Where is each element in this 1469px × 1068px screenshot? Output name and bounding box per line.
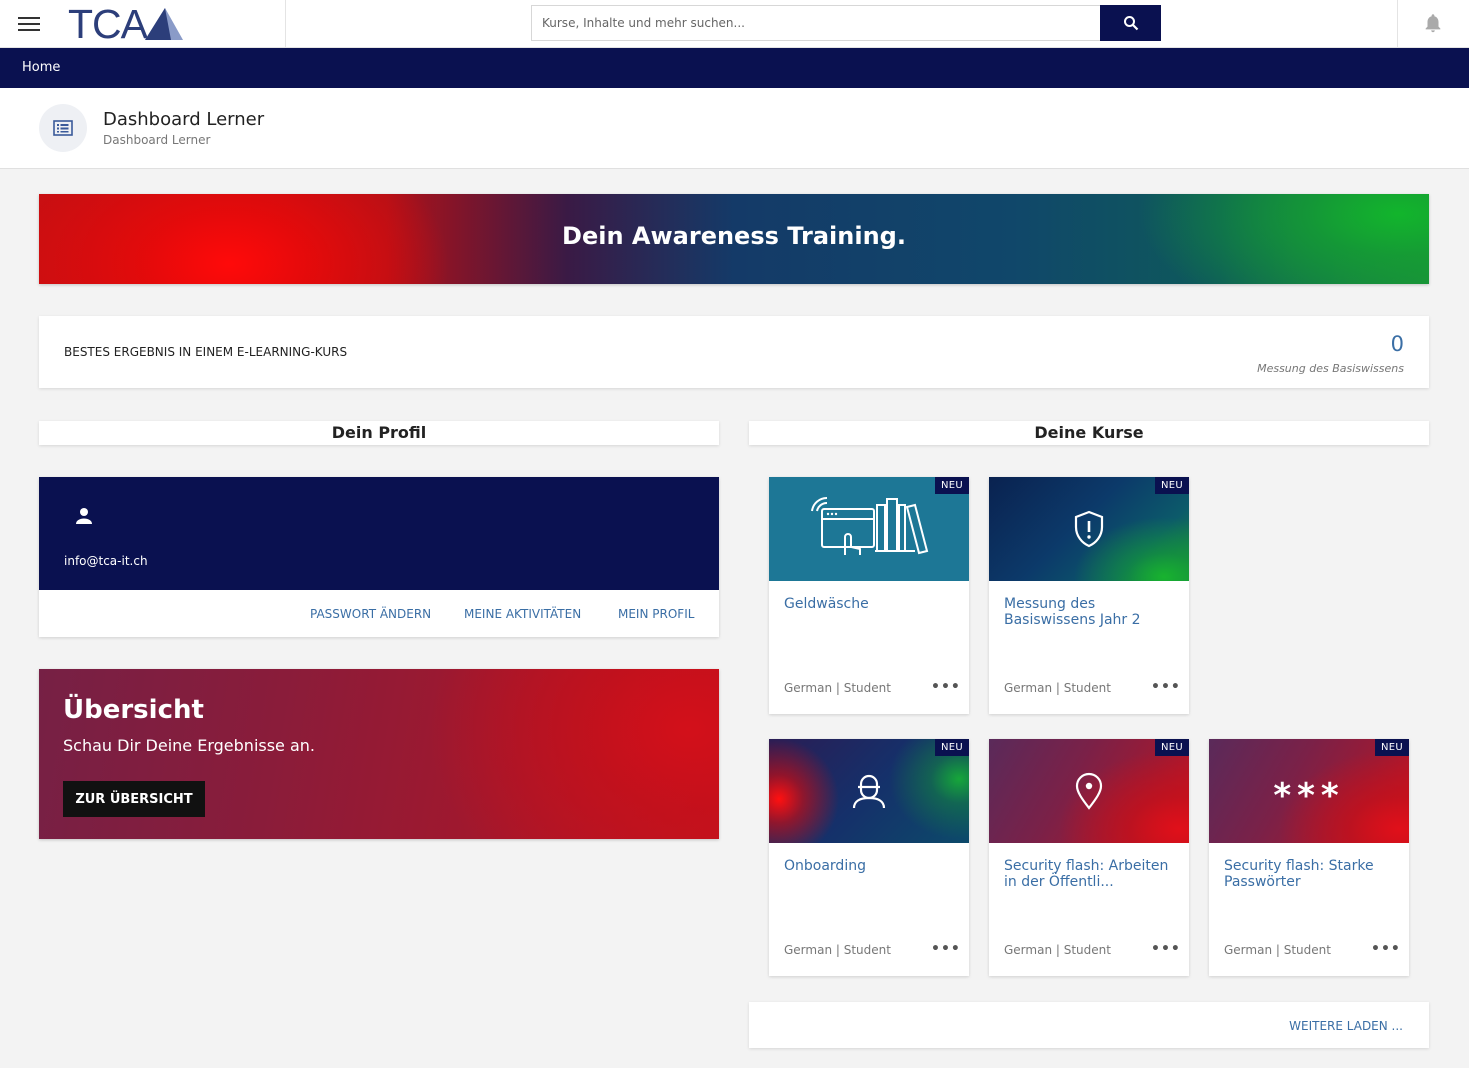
course-image: NEU — [769, 739, 969, 843]
course-image: NEU — [989, 739, 1189, 843]
nav-home-link[interactable]: Home — [22, 60, 60, 75]
course-meta: German | Student — [1224, 943, 1331, 957]
course-meta: German | Student — [784, 681, 891, 695]
course-card[interactable]: NEU Onboarding German | Student ••• — [769, 739, 969, 976]
course-meta: German | Student — [1004, 943, 1111, 957]
course-meta: German | Student — [784, 943, 891, 957]
page-header: Dashboard Lerner Dashboard Lerner — [0, 88, 1469, 169]
overview-title: Übersicht — [63, 695, 204, 725]
profile-email: info@tca-it.ch — [64, 554, 148, 568]
search-icon — [1123, 16, 1138, 31]
user-icon — [76, 508, 92, 524]
nav-bar: Home — [0, 48, 1469, 88]
more-options-icon[interactable]: ••• — [1371, 941, 1401, 957]
best-result-card: BESTES ERGEBNIS IN EINEM E-LEARNING-KURS… — [39, 316, 1429, 388]
best-result-label: BESTES ERGEBNIS IN EINEM E-LEARNING-KURS — [64, 345, 348, 359]
bell-icon[interactable] — [1422, 12, 1444, 34]
dashboard-icon — [39, 104, 87, 152]
course-title[interactable]: Security flash: Arbeiten in der Öffentli… — [1004, 858, 1179, 890]
course-card[interactable]: NEU Geldwäsche German | Student ••• — [769, 477, 969, 714]
new-badge: NEU — [934, 739, 969, 756]
more-options-icon[interactable]: ••• — [931, 679, 961, 695]
location-pin-icon — [1075, 772, 1103, 810]
hamburger-icon[interactable] — [18, 14, 40, 34]
course-title[interactable]: Security flash: Starke Passwörter — [1224, 858, 1399, 890]
search-button[interactable] — [1100, 5, 1161, 41]
overview-card: Übersicht Schau Dir Deine Ergebnisse an.… — [39, 669, 719, 839]
course-image: NEU — [769, 477, 969, 581]
online-library-icon — [811, 497, 929, 555]
more-options-icon[interactable]: ••• — [1151, 941, 1181, 957]
course-card[interactable]: *** NEU Security flash: Starke Passwörte… — [1209, 739, 1409, 976]
more-options-icon[interactable]: ••• — [1151, 679, 1181, 695]
top-bar: TCA — [0, 0, 1469, 48]
shield-exclamation-icon — [1074, 510, 1104, 548]
load-more-link[interactable]: WEITERE LADEN ... — [1289, 1019, 1403, 1033]
logo-triangle-icon — [145, 8, 183, 40]
new-badge: NEU — [1374, 739, 1409, 756]
overview-button[interactable]: ZUR ÜBERSICHT — [63, 781, 205, 817]
user-badge-icon — [852, 774, 886, 809]
best-result-value: 0 — [1390, 332, 1404, 356]
course-card[interactable]: NEU Security flash: Arbeiten in der Öffe… — [989, 739, 1189, 976]
banner-title: Dein Awareness Training. — [562, 222, 906, 250]
change-password-link[interactable]: PASSWORT ÄNDERN — [310, 607, 431, 621]
logo-text: TCA — [68, 0, 148, 47]
page-title: Dashboard Lerner — [103, 109, 265, 130]
my-activities-link[interactable]: MEINE AKTIVITÄTEN — [464, 607, 581, 621]
course-meta: German | Student — [1004, 681, 1111, 695]
my-profile-link[interactable]: MEIN PROFIL — [618, 607, 694, 621]
profile-card: info@tca-it.ch PASSWORT ÄNDERN MEINE AKT… — [39, 477, 719, 637]
course-title[interactable]: Geldwäsche — [784, 596, 959, 612]
course-title[interactable]: Onboarding — [784, 858, 959, 874]
topbar-divider — [285, 0, 286, 48]
profile-section-heading: Dein Profil — [39, 421, 719, 445]
overview-subtitle: Schau Dir Deine Ergebnisse an. — [63, 736, 316, 755]
topbar-divider — [1397, 0, 1398, 48]
courses-section-heading: Deine Kurse — [749, 421, 1429, 445]
password-asterisks-icon: *** — [1273, 776, 1345, 816]
page-subtitle: Dashboard Lerner — [103, 133, 211, 147]
load-more-card: WEITERE LADEN ... — [749, 1002, 1429, 1048]
new-badge: NEU — [934, 477, 969, 494]
search-input[interactable] — [531, 5, 1101, 41]
new-badge: NEU — [1154, 739, 1189, 756]
tca-logo[interactable]: TCA — [68, 0, 183, 47]
course-title[interactable]: Messung des Basiswissens Jahr 2 — [1004, 596, 1179, 628]
awareness-banner: Dein Awareness Training. — [39, 194, 1429, 284]
course-card[interactable]: NEU Messung des Basiswissens Jahr 2 Germ… — [989, 477, 1189, 714]
course-image: NEU — [989, 477, 1189, 581]
course-image: *** NEU — [1209, 739, 1409, 843]
profile-header: info@tca-it.ch — [39, 477, 719, 590]
more-options-icon[interactable]: ••• — [931, 941, 961, 957]
best-result-subtitle: Messung des Basiswissens — [1257, 362, 1404, 375]
new-badge: NEU — [1154, 477, 1189, 494]
